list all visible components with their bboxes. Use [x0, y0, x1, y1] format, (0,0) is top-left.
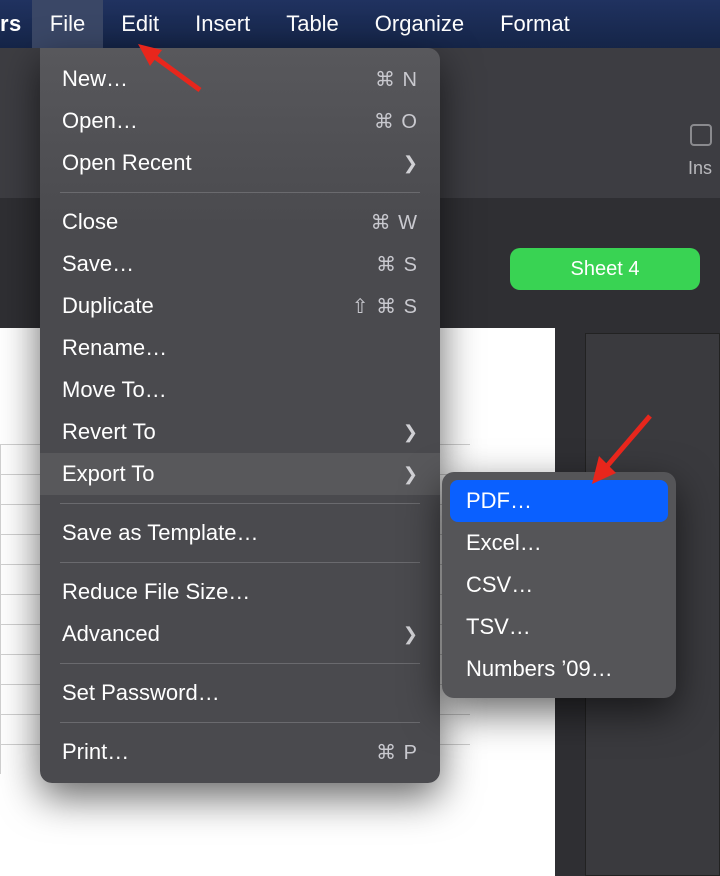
chevron-right-icon: ❯	[403, 464, 418, 485]
menu-item-rename[interactable]: Rename…	[40, 327, 440, 369]
menu-item-label: Print…	[62, 739, 129, 765]
menubar-item-table[interactable]: Table	[268, 0, 357, 48]
menu-shortcut: ⇧ ⌘ S	[352, 294, 418, 319]
menu-item-label: Revert To	[62, 419, 156, 445]
menu-shortcut: ⌘ W	[371, 210, 418, 235]
menu-item-label: Close	[62, 209, 118, 235]
menu-item-label: Set Password…	[62, 680, 220, 706]
export-option-tsv[interactable]: TSV…	[450, 606, 668, 648]
menu-shortcut: ⌘ N	[375, 67, 418, 92]
menu-item-label: Save as Template…	[62, 520, 258, 546]
export-option-numbers-09[interactable]: Numbers ’09…	[450, 648, 668, 690]
chevron-right-icon: ❯	[403, 624, 418, 645]
menu-item-label: Export To	[62, 461, 155, 487]
app-name-partial: rs	[0, 11, 32, 37]
chevron-right-icon: ❯	[403, 153, 418, 174]
menu-item-set-password[interactable]: Set Password…	[40, 672, 440, 714]
menu-item-label: Move To…	[62, 377, 167, 403]
file-menu: New… ⌘ N Open… ⌘ O Open Recent ❯ Close ⌘ W Save……	[40, 48, 440, 783]
chevron-right-icon: ❯	[403, 422, 418, 443]
export-option-csv[interactable]: CSV…	[450, 564, 668, 606]
menu-item-label: Save…	[62, 251, 134, 277]
insert-icon[interactable]	[690, 124, 712, 146]
menu-item-revert-to[interactable]: Revert To ❯	[40, 411, 440, 453]
menu-shortcut: ⌘ O	[374, 109, 418, 134]
menubar-item-organize[interactable]: Organize	[357, 0, 482, 48]
menu-shortcut: ⌘ P	[376, 740, 418, 765]
menu-item-label: Rename…	[62, 335, 167, 361]
menu-item-close[interactable]: Close ⌘ W	[40, 201, 440, 243]
menu-item-open[interactable]: Open… ⌘ O	[40, 100, 440, 142]
export-option-excel[interactable]: Excel…	[450, 522, 668, 564]
menu-item-export-to[interactable]: Export To ❯	[40, 453, 440, 495]
insert-label-partial: Ins	[688, 158, 712, 179]
menu-item-label: Open…	[62, 108, 138, 134]
menubar-item-insert[interactable]: Insert	[177, 0, 268, 48]
menubar: rs FileEditInsertTableOrganizeFormat	[0, 0, 720, 48]
menubar-item-file[interactable]: File	[32, 0, 103, 48]
menu-item-label: Open Recent	[62, 150, 192, 176]
sheet-tab[interactable]: Sheet 4	[510, 248, 700, 290]
menu-item-save[interactable]: Save… ⌘ S	[40, 243, 440, 285]
menu-item-advanced[interactable]: Advanced ❯	[40, 613, 440, 655]
menubar-item-edit[interactable]: Edit	[103, 0, 177, 48]
sheet-tab-label: Sheet 4	[571, 258, 640, 281]
menu-item-duplicate[interactable]: Duplicate ⇧ ⌘ S	[40, 285, 440, 327]
menu-item-label: New…	[62, 66, 128, 92]
menu-shortcut: ⌘ S	[376, 252, 418, 277]
menu-item-label: Duplicate	[62, 293, 154, 319]
menu-item-reduce-file-size[interactable]: Reduce File Size…	[40, 571, 440, 613]
menu-item-label: Reduce File Size…	[62, 579, 250, 605]
menubar-item-format[interactable]: Format	[482, 0, 588, 48]
menu-item-move-to[interactable]: Move To…	[40, 369, 440, 411]
export-option-pdf[interactable]: PDF…	[450, 480, 668, 522]
menu-item-open-recent[interactable]: Open Recent ❯	[40, 142, 440, 184]
menu-item-save-as-template[interactable]: Save as Template…	[40, 512, 440, 554]
menu-item-new[interactable]: New… ⌘ N	[40, 58, 440, 100]
menu-item-label: Advanced	[62, 621, 160, 647]
menu-item-print[interactable]: Print… ⌘ P	[40, 731, 440, 773]
export-to-submenu: PDF…Excel…CSV…TSV…Numbers ’09…	[442, 472, 676, 698]
